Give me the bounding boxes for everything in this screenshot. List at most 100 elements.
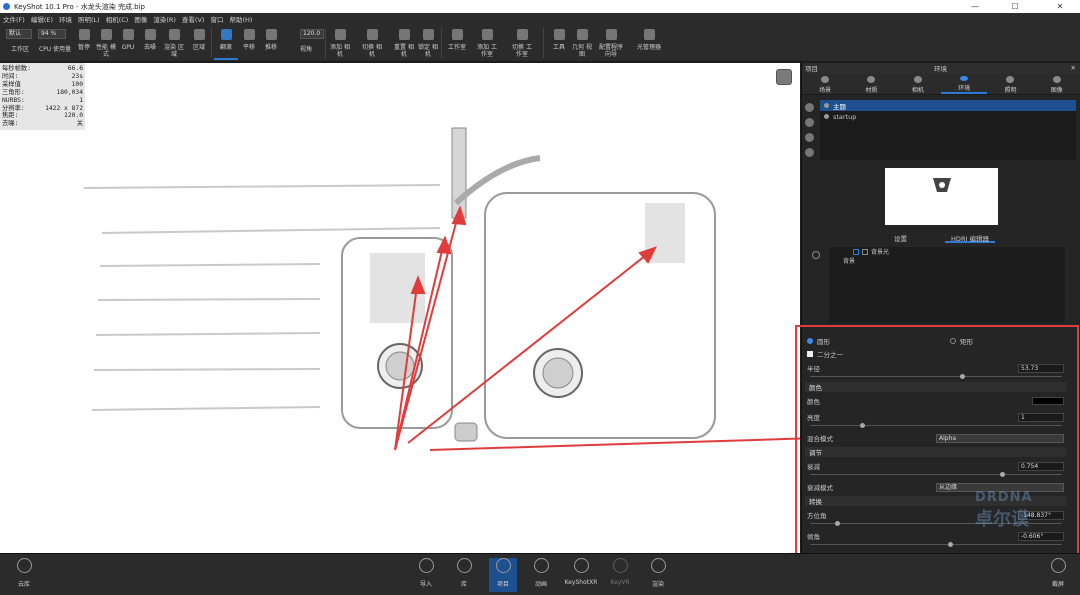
studio-label: 工作室 <box>447 44 466 51</box>
render-viewport[interactable]: 每秒帧数: 66.6 时间: 23s 采样值 100 三角形: 180,034 NURB… <box>0 63 800 553</box>
tab-camera[interactable]: 相机 <box>895 73 941 94</box>
watermark-line1: DRDNA <box>975 490 1033 505</box>
gpu-label: GPU <box>121 44 135 51</box>
reset-camera-label: 重置 相机 <box>394 44 414 58</box>
import-button[interactable]: 导入 <box>412 558 440 592</box>
add-studio-button[interactable]: 添加 工作室 <box>475 26 499 60</box>
tab-lighting[interactable]: 照明 <box>987 73 1033 94</box>
switch-camera-button[interactable]: 切换 相机 <box>360 26 384 60</box>
render-region-button[interactable]: 渲染 区域 <box>162 26 186 60</box>
light-manager-button[interactable]: 光管理器 <box>634 26 664 60</box>
annotation-arrows <box>394 205 800 451</box>
stat-row: NURBS: 1 <box>2 97 83 105</box>
switch-studio-icon <box>516 29 528 40</box>
add-camera-icon <box>334 29 346 40</box>
list-item[interactable]: 背景光 <box>829 247 1065 256</box>
switch-studio-button[interactable]: 切换 工作室 <box>510 26 534 60</box>
menu-file[interactable]: 文件(F) <box>3 14 25 24</box>
tab-environment[interactable]: 环境 <box>940 73 988 94</box>
stat-row: 时间: 23s <box>2 73 83 81</box>
hdri-background-row[interactable]: 背景 <box>829 256 1065 265</box>
layer-checkbox[interactable] <box>853 248 859 255</box>
library-button[interactable]: 库 <box>450 558 478 592</box>
perspective-button[interactable]: 视角 <box>294 38 318 60</box>
tumble-icon <box>220 29 232 40</box>
scene-icon <box>821 76 830 83</box>
move-icon[interactable] <box>812 251 820 259</box>
layer-visibility-checkbox[interactable] <box>862 248 868 255</box>
performance-mode-button[interactable]: 性能 模式 <box>94 26 118 60</box>
performance-label: 性能 模式 <box>96 44 116 58</box>
reset-camera-button[interactable]: 重置 相机 <box>392 26 416 60</box>
tab-label: 相机 <box>911 87 924 94</box>
menu-help[interactable]: 帮助(H) <box>229 14 252 24</box>
denoise-label: 去噪 <box>143 44 156 51</box>
render-button[interactable]: 渲染 <box>644 558 672 592</box>
add-camera-button[interactable]: 添加 相机 <box>328 26 352 60</box>
viewport-overlay-toggle-button[interactable] <box>776 69 792 85</box>
tab-scene[interactable]: 场景 <box>802 73 848 94</box>
geometry-view-label: 几何 视图 <box>572 44 592 58</box>
keyshotxr-button[interactable]: KeyShotXR <box>564 558 598 592</box>
environment-list: 主题 startup <box>820 100 1076 160</box>
studio-button[interactable]: 工作室 <box>445 26 469 60</box>
animation-button[interactable]: 动画 <box>527 558 555 592</box>
copy-environment-icon[interactable] <box>805 133 814 142</box>
maximize-button[interactable]: ☐ <box>1000 0 1030 13</box>
environment-icon <box>960 76 969 81</box>
lock-camera-button[interactable]: 锁定 相机 <box>416 26 440 60</box>
keyvr-button[interactable]: KeyVR <box>606 558 634 592</box>
cpu-usage-button[interactable]: CPU 使用量 <box>38 38 72 60</box>
pause-button[interactable]: 暂停 <box>72 26 96 60</box>
tab-hdri-editor[interactable]: HDRI 编辑器 <box>945 231 995 243</box>
lighting-icon <box>1006 76 1015 83</box>
render-region-icon <box>168 29 180 40</box>
minimize-button[interactable]: — <box>960 0 990 13</box>
cloud-label: 云库 <box>17 581 30 588</box>
denoise-button[interactable]: 去噪 <box>138 26 162 60</box>
region-button[interactable]: 区域 <box>187 26 211 60</box>
dolly-icon <box>265 29 277 40</box>
dolly-button[interactable]: 推移 <box>259 26 283 60</box>
configurator-wizard-button[interactable]: 配置程序 向导 <box>596 26 626 60</box>
add-environment-icon[interactable] <box>805 103 814 112</box>
bowl-shadows <box>370 203 685 323</box>
close-button[interactable]: ✕ <box>1045 0 1075 13</box>
project-button[interactable]: 项目 <box>489 558 517 592</box>
menu-view[interactable]: 查看(V) <box>182 14 205 24</box>
hdri-preview[interactable] <box>885 168 998 225</box>
pan-label: 平移 <box>242 44 255 51</box>
configurator-label: 配置程序 向导 <box>598 44 623 58</box>
layer-name: 背景光 <box>871 249 890 256</box>
pan-button[interactable]: 平移 <box>237 26 261 60</box>
menu-environment[interactable]: 环境 <box>59 14 72 24</box>
menu-window[interactable]: 窗口 <box>210 14 223 24</box>
gpu-button[interactable]: GPU <box>116 26 140 60</box>
list-item[interactable]: startup <box>820 111 1076 122</box>
keyshot-app-icon <box>3 3 10 10</box>
tab-label: 场景 <box>819 87 832 94</box>
cloud-library-button[interactable]: 云库 <box>10 558 38 592</box>
tab-settings[interactable]: 设置 <box>888 231 913 243</box>
light-manager-label: 光管理器 <box>636 44 661 51</box>
menu-camera[interactable]: 相机(C) <box>106 14 129 24</box>
delete-environment-icon[interactable] <box>805 148 814 157</box>
menu-image[interactable]: 图像 <box>134 14 147 24</box>
menu-render[interactable]: 渲染(R) <box>153 14 176 24</box>
duplicate-environment-icon[interactable] <box>805 118 814 127</box>
tumble-button[interactable]: 翻滚 <box>214 26 238 60</box>
background-label: 背景 <box>843 258 856 265</box>
panel-close-icon[interactable]: ✕ <box>1071 64 1076 72</box>
stat-key: 三角形: <box>2 88 25 96</box>
tab-material[interactable]: 材质 <box>848 73 894 94</box>
list-item[interactable]: 主题 <box>820 100 1076 111</box>
workspace-button[interactable]: 工作区 <box>8 38 32 60</box>
menu-edit[interactable]: 编辑(E) <box>31 14 53 24</box>
geometry-view-button[interactable]: 几何 视图 <box>570 26 594 60</box>
library-label: 库 <box>460 581 467 588</box>
menu-lighting[interactable]: 照明(L) <box>78 14 100 24</box>
tools-button[interactable]: 工具 <box>547 26 571 60</box>
lock-camera-label: 锁定 相机 <box>418 44 438 58</box>
environment-name: 主题 <box>833 102 846 111</box>
tab-image[interactable]: 图像 <box>1034 73 1080 94</box>
